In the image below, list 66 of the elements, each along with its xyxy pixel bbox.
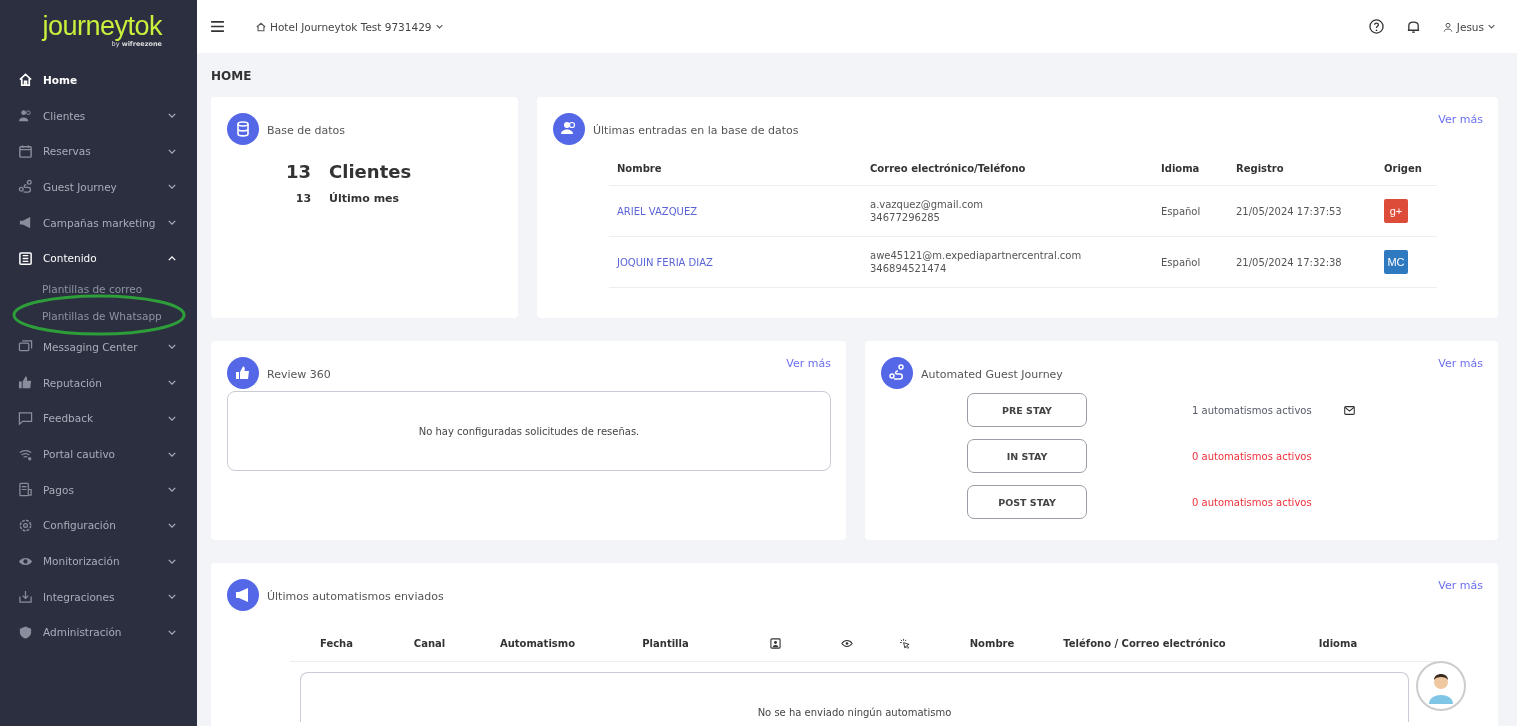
origin-badge: g+: [1384, 199, 1408, 223]
sidebar-item[interactable]: Pagos: [0, 471, 197, 508]
origin-badge: MC: [1384, 250, 1408, 274]
automation-status: 1 automatismos activos: [1192, 404, 1312, 416]
card-title: Automated Guest Journey: [921, 368, 1063, 381]
client-name-link[interactable]: JOQUIN FERIA DIAZ: [617, 256, 713, 268]
column-header: Correo electrónico/Teléfono: [862, 151, 1153, 186]
column-header: Registro: [1228, 151, 1376, 186]
card-title: Últimas entradas en la base de datos: [593, 124, 799, 137]
submenu-item[interactable]: Plantillas de correo: [0, 276, 197, 303]
client-count: 13: [286, 161, 312, 182]
client-name-link[interactable]: ARIEL VAZQUEZ: [617, 205, 698, 217]
sidebar-item[interactable]: Administración: [0, 614, 197, 651]
column-header: Idioma: [1317, 637, 1359, 649]
card-title: Review 360: [267, 368, 331, 381]
page-title: HOME: [211, 69, 253, 83]
phone-text: 346894521474: [870, 263, 947, 274]
sidebar-item[interactable]: Reservas: [0, 133, 197, 170]
automation-status: 0 automatismos activos: [1192, 450, 1312, 462]
sidebar-item[interactable]: Portal cautivo: [0, 436, 197, 472]
sidebar-item[interactable]: Configuración: [0, 507, 197, 544]
client-count-label: Clientes: [329, 161, 412, 182]
month-count: 13: [295, 192, 312, 205]
email-text: awe45121@m.expediapartnercentral.com: [870, 250, 1082, 261]
sidebar-item[interactable]: Home: [0, 62, 197, 98]
sidebar-item[interactable]: Feedback: [0, 400, 197, 437]
see-more-link[interactable]: Ver más: [1438, 357, 1483, 370]
see-more-link[interactable]: Ver más: [1438, 579, 1483, 592]
empty-message: No se ha enviado ningún automatismo: [757, 707, 952, 718]
column-header: Teléfono / Correo electrónico: [1062, 637, 1227, 649]
sidebar-item[interactable]: Guest Journey: [0, 169, 197, 205]
stage-button[interactable]: PRE STAY: [967, 393, 1087, 427]
sidebar-item[interactable]: Contenido: [0, 240, 197, 277]
see-more-link[interactable]: Ver más: [1438, 113, 1483, 126]
user-menu[interactable]: Jesus: [1442, 20, 1495, 33]
see-more-link[interactable]: Ver más: [786, 357, 831, 370]
sidebar-item[interactable]: Campañas marketing: [0, 204, 197, 241]
submenu-item[interactable]: Plantillas de Whatsapp: [0, 302, 197, 330]
stage-button[interactable]: POST STAY: [967, 485, 1087, 519]
automation-status: 0 automatismos activos: [1192, 496, 1312, 508]
table-cell: Español: [1153, 186, 1228, 237]
table-cell: Español: [1153, 237, 1228, 288]
card-title: Base de datos: [267, 124, 346, 137]
sidebar-item[interactable]: Reputación: [0, 364, 197, 401]
column-header: Origen: [1376, 151, 1437, 186]
column-header: Canal: [412, 637, 447, 649]
column-header: Idioma: [1153, 151, 1228, 186]
brand-logo: journeytok: [42, 12, 162, 40]
column-header: Automatismo: [498, 637, 577, 649]
table-cell: 21/05/2024 17:37:53: [1228, 186, 1376, 237]
month-count-label: Último mes: [329, 192, 401, 205]
hotel-selector[interactable]: Hotel Journeytok Test 9731429: [256, 20, 443, 33]
sidebar-item[interactable]: Monitorización: [0, 543, 197, 579]
column-header: Plantilla: [641, 637, 690, 649]
sidebar-item[interactable]: Messaging Center: [0, 329, 197, 365]
column-header: Nombre: [609, 151, 862, 186]
sidebar-item[interactable]: Integraciones: [0, 578, 197, 615]
phone-text: 34677296285: [870, 212, 940, 223]
empty-message: No hay configuradas solicitudes de reseñas.: [418, 425, 640, 437]
email-text: a.vazquez@gmail.com: [870, 199, 983, 210]
stage-button[interactable]: IN STAY: [967, 439, 1087, 473]
column-header: Nombre: [968, 637, 1016, 649]
column-header: Fecha: [319, 637, 354, 649]
table-cell: 21/05/2024 17:32:38: [1228, 237, 1376, 288]
sidebar-item[interactable]: Clientes: [0, 97, 197, 134]
card-title: Últimos automatismos enviados: [267, 590, 444, 603]
